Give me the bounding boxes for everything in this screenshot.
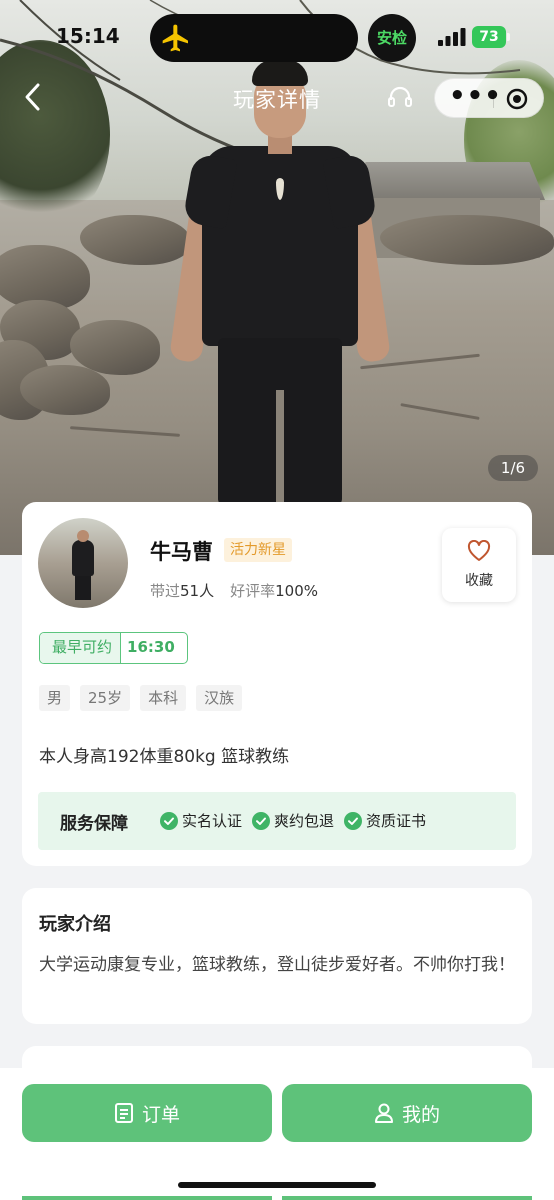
headset-icon[interactable] bbox=[386, 84, 414, 112]
served-count: 51人 bbox=[180, 582, 215, 600]
tag-gender: 男 bbox=[39, 685, 71, 711]
profile-tags: 男 25岁 本科 汉族 bbox=[39, 685, 243, 711]
bottom-action-bar: 订单 我的 bbox=[0, 1068, 554, 1200]
more-options-icon[interactable]: ••• bbox=[449, 83, 501, 111]
mine-button[interactable]: 我的 bbox=[282, 1084, 532, 1142]
safety-check-badge[interactable]: 安检 bbox=[368, 14, 416, 62]
profile-card: 牛马曹 活力新星 带过51人 好评率100% 收藏 最早可约 16:30 男 25… bbox=[22, 502, 532, 866]
orders-button[interactable]: 订单 bbox=[22, 1084, 272, 1142]
photo-rock bbox=[80, 215, 190, 265]
rating-value: 100% bbox=[275, 582, 319, 600]
check-circle-icon bbox=[252, 811, 271, 830]
earliest-available: 最早可约 16:30 bbox=[39, 632, 188, 664]
user-icon bbox=[374, 1103, 393, 1123]
tag-education: 本科 bbox=[140, 685, 187, 711]
guarantee-item: 爽约包退 bbox=[252, 810, 334, 831]
favorite-button[interactable]: 收藏 bbox=[442, 528, 516, 602]
status-time: 15:14 bbox=[56, 24, 120, 48]
battery-level: 73 bbox=[472, 26, 506, 48]
bottom-tab-edge bbox=[282, 1196, 532, 1200]
mine-label: 我的 bbox=[401, 1103, 440, 1126]
bottom-tab-edge bbox=[22, 1196, 272, 1200]
airplane-icon bbox=[162, 24, 188, 52]
intro-card: 玩家介绍 大学运动康复专业，篮球教练，登山徒步爱好者。不帅你打我！ bbox=[22, 888, 532, 1024]
guarantee-item-label: 资质证书 bbox=[366, 812, 427, 830]
player-stats: 带过51人 好评率100% bbox=[150, 580, 318, 601]
tag-ethnicity: 汉族 bbox=[196, 685, 243, 711]
favorite-label: 收藏 bbox=[465, 573, 493, 589]
intro-title: 玩家介绍 bbox=[39, 914, 111, 935]
player-bio: 本人身高192体重80kg 篮球教练 bbox=[39, 747, 290, 767]
photo-counter: 1/6 bbox=[488, 455, 538, 481]
orders-label: 订单 bbox=[141, 1103, 180, 1126]
battery-icon: 73 bbox=[472, 26, 510, 48]
order-list-icon bbox=[114, 1103, 133, 1123]
avatar[interactable] bbox=[38, 518, 128, 608]
check-circle-icon bbox=[160, 811, 178, 830]
dynamic-island bbox=[150, 14, 358, 62]
check-circle-icon bbox=[344, 811, 363, 830]
earliest-time: 16:30 bbox=[127, 638, 175, 656]
served-prefix: 带过 bbox=[150, 582, 181, 600]
intro-text: 大学运动康复专业，篮球教练，登山徒步爱好者。不帅你打我！ bbox=[39, 955, 515, 975]
guarantee-item: 实名认证 bbox=[160, 810, 242, 831]
heart-icon bbox=[467, 540, 491, 561]
close-miniprogram-icon[interactable] bbox=[505, 87, 529, 111]
home-indicator bbox=[178, 1182, 376, 1188]
guarantee-item-label: 爽约包退 bbox=[274, 812, 335, 830]
guarantee-item: 资质证书 bbox=[344, 810, 426, 831]
earliest-label: 最早可约 bbox=[40, 633, 122, 663]
player-name: 牛马曹 bbox=[150, 540, 213, 564]
tag-age: 25岁 bbox=[80, 685, 131, 711]
signal-icon bbox=[438, 28, 466, 46]
rating-prefix: 好评率 bbox=[230, 582, 276, 600]
level-badge: 活力新星 bbox=[224, 538, 292, 562]
miniprogram-capsule: ••• bbox=[434, 78, 544, 118]
guarantee-title: 服务保障 bbox=[60, 814, 128, 834]
photo-person bbox=[168, 60, 392, 505]
service-guarantee[interactable]: 服务保障 实名认证 爽约包退 资质证书 bbox=[38, 792, 516, 850]
guarantee-item-label: 实名认证 bbox=[182, 812, 243, 830]
